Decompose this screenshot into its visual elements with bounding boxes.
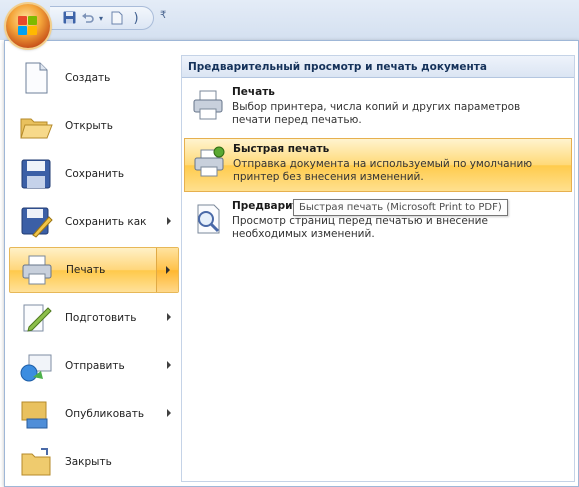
prepare-pen-icon: [19, 301, 53, 335]
submenu-title: Предварительный просмотр и печать докуме…: [182, 56, 574, 78]
quick-print-icon: [193, 146, 225, 178]
open-folder-icon: [19, 109, 53, 143]
save-qat-button[interactable]: [62, 11, 76, 26]
new-document-icon: [19, 61, 53, 95]
menu-item-label: Открыть: [65, 120, 113, 132]
submenu-item-quick-print[interactable]: Быстрая печать Отправка документа на исп…: [184, 138, 572, 192]
menu-item-label: Печать: [66, 264, 106, 276]
submenu-item-description: Выбор принтера, числа копий и других пар…: [232, 101, 521, 126]
menu-item-label: Сохранить как: [65, 216, 147, 228]
title-bar: ▾ ) ₹: [0, 0, 579, 40]
menu-item-label: Подготовить: [65, 312, 137, 324]
publish-icon: [19, 397, 53, 431]
menu-item-label: Опубликовать: [65, 408, 145, 420]
quick-print-tooltip: Быстрая печать (Microsoft Print to PDF): [293, 199, 508, 216]
undo-icon: [81, 13, 94, 23]
submenu-arrow-icon: [167, 409, 171, 417]
submenu-arrow-icon: [167, 217, 171, 225]
submenu-item-title: Предварит: [232, 200, 299, 212]
office-button[interactable]: [6, 4, 50, 48]
document-icon: [111, 11, 123, 25]
menu-item-save-as[interactable]: Сохранить как: [9, 199, 179, 245]
submenu-item-title: Быстрая печать: [233, 143, 330, 155]
menu-item-label: Сохранить: [65, 168, 125, 180]
menu-item-prepare[interactable]: Подготовить: [9, 295, 179, 341]
close-folder-icon: [19, 445, 53, 479]
office-logo-icon: [18, 16, 38, 36]
submenu-arrow-icon: [166, 266, 170, 274]
undo-qat-button[interactable]: [80, 11, 94, 26]
save-as-icon: [19, 205, 53, 239]
menu-item-create[interactable]: Создать: [9, 55, 179, 101]
menu-item-send[interactable]: Отправить: [9, 343, 179, 389]
quick-access-toolbar: ▾ ): [50, 6, 154, 30]
menu-item-open[interactable]: Открыть: [9, 103, 179, 149]
menu-item-publish[interactable]: Опубликовать: [9, 391, 179, 437]
customize-qat-button[interactable]: ₹: [160, 10, 166, 21]
menu-item-label: Отправить: [65, 360, 125, 372]
qat-separator: ): [133, 11, 139, 26]
menu-item-label: Создать: [65, 72, 111, 84]
submenu-item-title: Печать: [232, 86, 275, 98]
submenu-item-description: Просмотр страниц перед печатью и внесени…: [232, 215, 488, 240]
office-menu: Создать Открыть Сохранить Сохранить как: [4, 40, 579, 487]
print-submenu-pane: Предварительный просмотр и печать докуме…: [181, 55, 575, 482]
office-menu-commands: Создать Открыть Сохранить Сохранить как: [5, 53, 179, 485]
menu-item-label: Закрыть: [65, 456, 112, 468]
save-floppy-icon: [19, 157, 53, 191]
submenu-arrow-icon: [167, 361, 171, 369]
send-icon: [19, 349, 53, 383]
printer-icon: [192, 89, 224, 121]
print-preview-icon: [192, 203, 224, 235]
chevron-down-icon: ▾: [98, 14, 103, 23]
menu-item-close[interactable]: Закрыть: [9, 439, 179, 485]
save-icon: [63, 11, 75, 24]
submenu-arrow-icon: [167, 313, 171, 321]
printer-icon: [20, 253, 54, 287]
submenu-item-description: Отправка документа на используемый по ум…: [233, 158, 533, 183]
undo-dropdown-button[interactable]: ▾: [97, 11, 105, 26]
redo-qat-button[interactable]: [110, 11, 124, 26]
menu-item-save[interactable]: Сохранить: [9, 151, 179, 197]
menu-item-print[interactable]: Печать: [9, 247, 179, 293]
submenu-item-print[interactable]: Печать Выбор принтера, числа копий и дру…: [184, 82, 572, 136]
customize-qat-icon: ₹: [160, 10, 167, 21]
